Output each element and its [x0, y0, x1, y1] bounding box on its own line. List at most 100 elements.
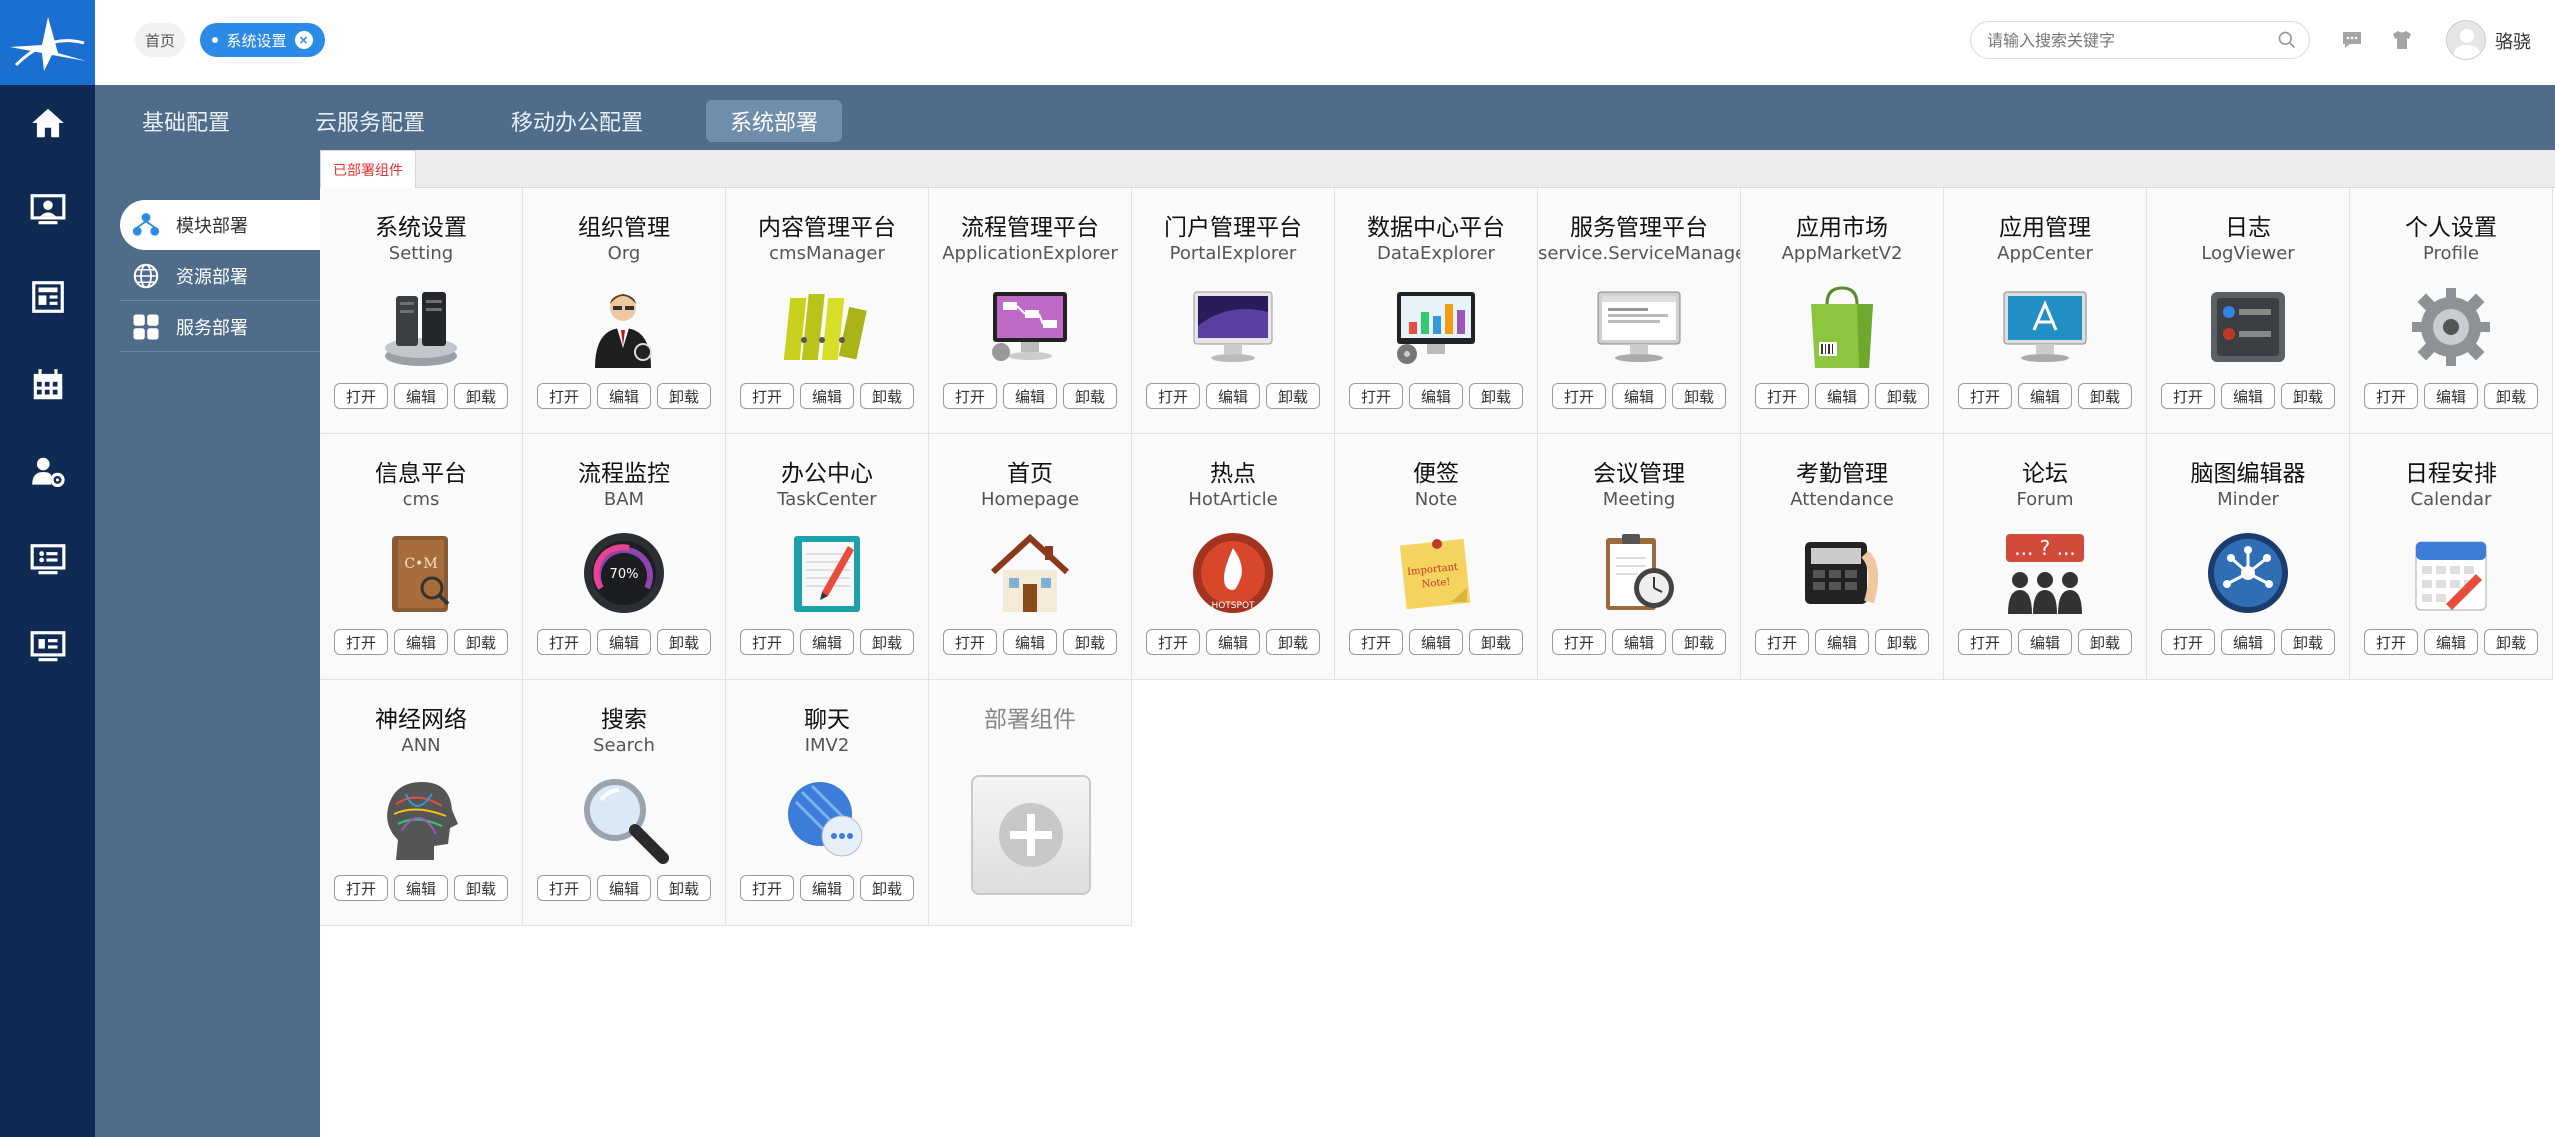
avatar[interactable] [2446, 20, 2486, 60]
browser-monitor-icon[interactable] [1594, 282, 1684, 372]
edit-button[interactable]: 编辑 [1409, 629, 1463, 655]
unload-button[interactable]: 卸载 [2484, 629, 2538, 655]
edit-button[interactable]: 编辑 [1612, 383, 1666, 409]
breadcrumb-active-tab[interactable]: 系统设置 × [200, 23, 325, 57]
edit-button[interactable]: 编辑 [800, 629, 854, 655]
open-button[interactable]: 打开 [943, 629, 997, 655]
open-button[interactable]: 打开 [1958, 383, 2012, 409]
calendar-icon[interactable] [2406, 528, 2496, 618]
edit-button[interactable]: 编辑 [2424, 629, 2478, 655]
edit-button[interactable]: 编辑 [2018, 383, 2072, 409]
open-button[interactable]: 打开 [740, 629, 794, 655]
open-button[interactable]: 打开 [334, 875, 388, 901]
edit-button[interactable]: 编辑 [1206, 383, 1260, 409]
add-component-button[interactable] [971, 775, 1091, 895]
unload-button[interactable]: 卸载 [2078, 383, 2132, 409]
notebook-pen-icon[interactable] [782, 528, 872, 618]
open-button[interactable]: 打开 [334, 383, 388, 409]
edit-button[interactable]: 编辑 [394, 383, 448, 409]
unload-button[interactable]: 卸载 [1672, 629, 1726, 655]
gauge-icon[interactable]: 70% [579, 528, 669, 618]
tab-system-deploy[interactable]: 系统部署 [706, 100, 843, 142]
tab-mobile-config[interactable]: 移动办公配置 [487, 100, 667, 142]
unload-button[interactable]: 卸载 [454, 383, 508, 409]
unload-button[interactable]: 卸载 [454, 875, 508, 901]
open-button[interactable]: 打开 [334, 629, 388, 655]
open-button[interactable]: 打开 [1552, 629, 1606, 655]
rail-user-settings-button[interactable] [0, 437, 95, 507]
open-button[interactable]: 打开 [2364, 383, 2418, 409]
edit-button[interactable]: 编辑 [1409, 383, 1463, 409]
unload-button[interactable]: 卸载 [1063, 383, 1117, 409]
sidenav-item-service-deploy[interactable]: 服务部署 [120, 302, 320, 352]
open-button[interactable]: 打开 [2161, 629, 2215, 655]
unload-button[interactable]: 卸载 [454, 629, 508, 655]
edit-button[interactable]: 编辑 [1003, 629, 1057, 655]
unload-button[interactable]: 卸载 [2281, 383, 2335, 409]
sticky-note-icon[interactable]: Important Note! [1391, 528, 1481, 618]
shopping-bag-icon[interactable] [1797, 282, 1887, 372]
edit-button[interactable]: 编辑 [2221, 629, 2275, 655]
open-button[interactable]: 打开 [1146, 629, 1200, 655]
unload-button[interactable]: 卸载 [657, 875, 711, 901]
edit-button[interactable]: 编辑 [1815, 629, 1869, 655]
edit-button[interactable]: 编辑 [2018, 629, 2072, 655]
open-button[interactable]: 打开 [1146, 383, 1200, 409]
open-button[interactable]: 打开 [537, 629, 591, 655]
app-store-monitor-icon[interactable] [2000, 282, 2090, 372]
manager-person-icon[interactable] [579, 282, 669, 372]
open-button[interactable]: 打开 [1552, 383, 1606, 409]
unload-button[interactable]: 卸载 [1875, 629, 1929, 655]
unload-button[interactable]: 卸载 [657, 383, 711, 409]
unload-button[interactable]: 卸载 [860, 383, 914, 409]
rail-monitor-button[interactable] [0, 525, 95, 595]
shirt-icon[interactable] [2390, 28, 2414, 52]
edit-button[interactable]: 编辑 [1612, 629, 1666, 655]
unload-button[interactable]: 卸载 [1063, 629, 1117, 655]
binders-icon[interactable] [782, 282, 872, 372]
open-button[interactable]: 打开 [1755, 629, 1809, 655]
username[interactable]: 骆骁 [2495, 28, 2531, 54]
search-input[interactable] [1987, 30, 2257, 50]
fingerprint-terminal-icon[interactable] [1797, 528, 1887, 618]
unload-button[interactable]: 卸载 [1266, 629, 1320, 655]
open-button[interactable]: 打开 [740, 875, 794, 901]
edit-button[interactable]: 编辑 [2221, 383, 2275, 409]
open-button[interactable]: 打开 [537, 383, 591, 409]
unload-button[interactable]: 卸载 [1672, 383, 1726, 409]
edit-button[interactable]: 编辑 [1815, 383, 1869, 409]
unload-button[interactable]: 卸载 [860, 629, 914, 655]
unload-button[interactable]: 卸载 [1469, 383, 1523, 409]
edit-button[interactable]: 编辑 [597, 383, 651, 409]
edit-button[interactable]: 编辑 [1003, 383, 1057, 409]
rail-system-button[interactable] [0, 612, 95, 682]
message-icon[interactable] [2340, 28, 2364, 52]
tab-basic-config[interactable]: 基础配置 [118, 100, 254, 142]
open-button[interactable]: 打开 [2161, 383, 2215, 409]
unload-button[interactable]: 卸载 [1469, 629, 1523, 655]
edit-button[interactable]: 编辑 [394, 629, 448, 655]
unload-button[interactable]: 卸载 [1266, 383, 1320, 409]
open-button[interactable]: 打开 [2364, 629, 2418, 655]
breadcrumb-home[interactable]: 首页 [135, 23, 185, 57]
edit-button[interactable]: 编辑 [800, 875, 854, 901]
open-button[interactable]: 打开 [1958, 629, 2012, 655]
rail-calendar-button[interactable] [0, 350, 95, 420]
unload-button[interactable]: 卸载 [1875, 383, 1929, 409]
rail-home-button[interactable] [0, 88, 95, 158]
house-icon[interactable] [985, 528, 1075, 618]
chat-bubble-icon[interactable] [782, 774, 872, 864]
open-button[interactable]: 打开 [1755, 383, 1809, 409]
subtab-deployed-components[interactable]: 已部署组件 [320, 150, 416, 189]
gear-icon[interactable] [2406, 282, 2496, 372]
edit-button[interactable]: 编辑 [597, 875, 651, 901]
hotspot-icon[interactable]: HOTSPOT [1188, 528, 1278, 618]
unload-button[interactable]: 卸载 [657, 629, 711, 655]
cm-book-icon[interactable]: C•M [376, 528, 466, 618]
edit-button[interactable]: 编辑 [800, 383, 854, 409]
clipboard-clock-icon[interactable] [1594, 528, 1684, 618]
app-logo[interactable] [0, 0, 95, 85]
log-window-icon[interactable] [2203, 282, 2293, 372]
imac-icon[interactable] [1188, 282, 1278, 372]
open-button[interactable]: 打开 [537, 875, 591, 901]
